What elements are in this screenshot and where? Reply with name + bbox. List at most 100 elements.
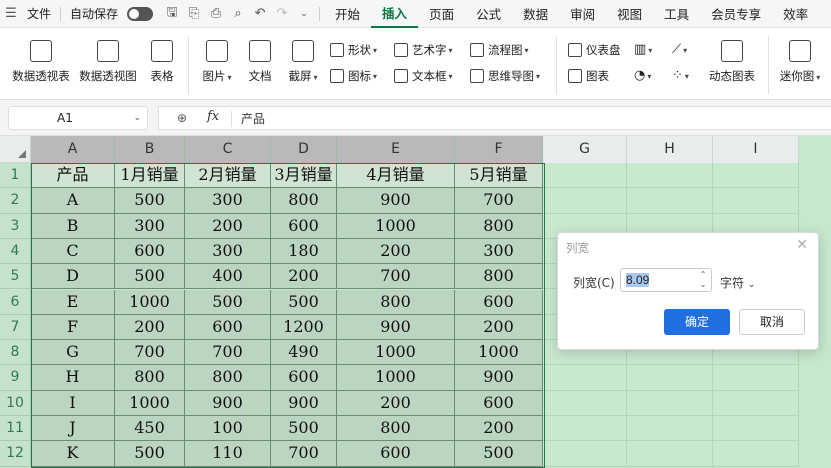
table-cell[interactable]: 110 xyxy=(185,441,271,467)
table-cell[interactable]: H xyxy=(31,365,115,391)
table-cell[interactable]: 500 xyxy=(115,441,185,467)
tab-3[interactable]: 公式 xyxy=(465,0,512,28)
table-cell[interactable]: 100 xyxy=(185,416,271,442)
table-cell[interactable]: C xyxy=(31,238,115,265)
row-header[interactable]: 8 xyxy=(0,340,31,366)
empty-cell[interactable] xyxy=(627,163,713,189)
table-cell[interactable]: 600 xyxy=(271,365,337,391)
empty-cell[interactable] xyxy=(543,441,627,467)
table-cell[interactable]: 900 xyxy=(337,314,455,341)
share-icon[interactable]: ⎘ xyxy=(183,0,205,28)
sparkline-button[interactable]: 迷你图 ▾ xyxy=(776,40,824,84)
empty-cell[interactable] xyxy=(543,365,627,391)
table-cell[interactable]: 900 xyxy=(337,188,455,214)
select-all-corner[interactable] xyxy=(0,136,31,163)
cancel-button[interactable]: 取消 xyxy=(739,309,805,335)
empty-cell[interactable] xyxy=(713,416,799,442)
row-header[interactable]: 11 xyxy=(0,416,31,442)
table-cell[interactable]: K xyxy=(31,441,115,467)
empty-cell[interactable] xyxy=(713,163,799,189)
line-chart-icon[interactable]: ⟋ ▾ xyxy=(672,42,687,57)
table-cell[interactable]: 490 xyxy=(271,340,337,366)
tab-6[interactable]: 视图 xyxy=(606,0,653,28)
row-header[interactable]: 3 xyxy=(0,213,31,239)
table-cell[interactable]: 800 xyxy=(115,365,185,391)
table-cell[interactable]: 600 xyxy=(337,441,455,467)
table-cell[interactable]: B xyxy=(31,213,115,239)
empty-cell[interactable] xyxy=(713,441,799,467)
table-cell[interactable]: 300 xyxy=(185,238,271,265)
column-header[interactable]: G xyxy=(543,136,627,163)
undo-icon[interactable]: ↶ xyxy=(249,0,271,28)
empty-cell[interactable] xyxy=(543,390,627,416)
spinner-icon[interactable]: ⌃ ⌄ xyxy=(696,270,710,290)
table-cell[interactable]: 600 xyxy=(271,213,337,239)
table-cell[interactable]: 1000 xyxy=(337,213,455,239)
tab-7[interactable]: 工具 xyxy=(653,0,700,28)
empty-cell[interactable] xyxy=(627,441,713,467)
empty-cell[interactable] xyxy=(627,365,713,391)
unit-select[interactable]: 字符 ⌄ xyxy=(720,274,755,291)
row-header[interactable]: 1 xyxy=(0,163,31,189)
table-cell[interactable]: 1000 xyxy=(337,365,455,391)
column-header[interactable]: H xyxy=(627,136,713,163)
table-cell[interactable]: 500 xyxy=(271,416,337,442)
table-cell[interactable]: J xyxy=(31,416,115,442)
row-header[interactable]: 5 xyxy=(0,264,31,290)
empty-cell[interactable] xyxy=(627,416,713,442)
empty-cell[interactable] xyxy=(627,390,713,416)
header-cell[interactable]: 产品 xyxy=(31,163,115,189)
table-cell[interactable]: F xyxy=(31,314,115,341)
table-cell[interactable]: 900 xyxy=(455,365,543,391)
column-header[interactable]: I xyxy=(713,136,799,163)
scatter-chart-icon[interactable]: ⁘ ▾ xyxy=(672,68,689,83)
table-cell[interactable]: 450 xyxy=(115,416,185,442)
empty-cell[interactable] xyxy=(543,188,627,214)
pie-chart-icon[interactable]: ◔ ▾ xyxy=(634,68,651,83)
table-cell[interactable]: 1000 xyxy=(337,340,455,366)
table-cell[interactable]: 300 xyxy=(455,238,543,265)
empty-cell[interactable] xyxy=(627,188,713,214)
table-cell[interactable]: 200 xyxy=(455,416,543,442)
row-header[interactable]: 9 xyxy=(0,365,31,391)
picture-button[interactable]: 图片 ▾ xyxy=(198,40,236,84)
dynamic-chart-button[interactable]: 动态图表 xyxy=(706,40,758,84)
empty-cell[interactable] xyxy=(713,365,799,391)
table-cell[interactable]: 800 xyxy=(337,416,455,442)
tab-9[interactable]: 效率 xyxy=(772,0,819,28)
header-cell[interactable]: 3月销量 xyxy=(271,163,337,189)
header-cell[interactable]: 4月销量 xyxy=(337,163,455,189)
table-cell[interactable]: 200 xyxy=(337,238,455,265)
dashboard-button[interactable]: 仪表盘 xyxy=(568,42,621,58)
table-cell[interactable]: 700 xyxy=(185,340,271,366)
header-cell[interactable]: 2月销量 xyxy=(185,163,271,189)
table-cell[interactable]: 700 xyxy=(115,340,185,366)
row-header[interactable]: 10 xyxy=(0,390,31,416)
close-icon[interactable]: ✕ xyxy=(796,237,808,253)
table-cell[interactable]: 300 xyxy=(185,188,271,214)
table-cell[interactable]: 180 xyxy=(271,238,337,265)
tab-0[interactable]: 开始 xyxy=(324,0,371,28)
table-cell[interactable]: 700 xyxy=(337,264,455,290)
tab-5[interactable]: 审阅 xyxy=(559,0,606,28)
chart-button[interactable]: 图表 xyxy=(568,68,609,84)
table-cell[interactable]: 200 xyxy=(271,264,337,290)
bar-chart-icon[interactable]: ▥ ▾ xyxy=(634,42,652,57)
redo-icon[interactable]: ↷ xyxy=(271,0,293,28)
table-cell[interactable]: 500 xyxy=(115,264,185,290)
tab-1[interactable]: 插入 xyxy=(371,0,419,28)
shapes-button[interactable]: 形状 ▾ xyxy=(330,42,377,58)
ok-button[interactable]: 确定 xyxy=(664,309,730,335)
table-cell[interactable]: 500 xyxy=(115,188,185,214)
autosave-toggle[interactable] xyxy=(127,6,154,21)
screenshot-button[interactable]: 截屏 ▾ xyxy=(284,40,322,84)
header-cell[interactable]: 5月销量 xyxy=(455,163,543,189)
wordart-button[interactable]: 艺术字 ▾ xyxy=(394,42,453,58)
table-cell[interactable]: 1200 xyxy=(271,314,337,341)
table-cell[interactable]: 200 xyxy=(455,314,543,341)
print-preview-icon[interactable]: ⌕ xyxy=(227,0,249,28)
save-icon[interactable]: 🖫 xyxy=(161,0,183,28)
table-cell[interactable]: 500 xyxy=(455,441,543,467)
table-cell[interactable]: 1000 xyxy=(455,340,543,366)
column-header[interactable]: B xyxy=(115,136,185,163)
